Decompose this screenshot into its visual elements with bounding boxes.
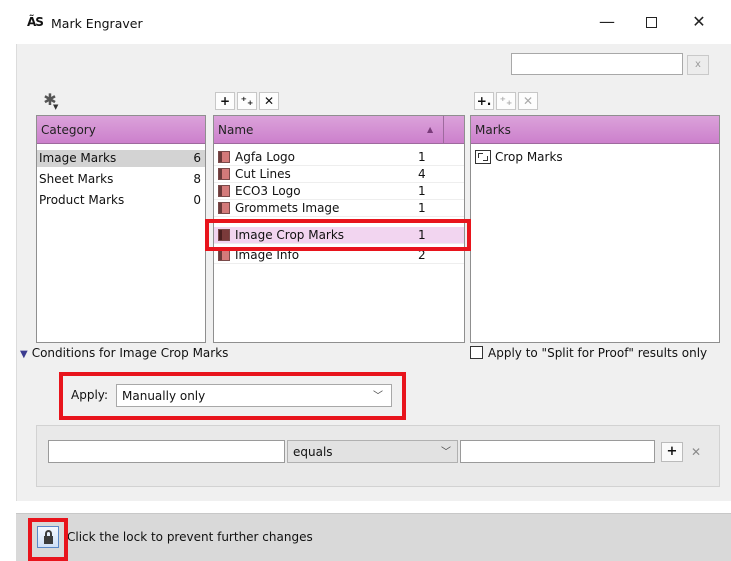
add-multiple-names-button[interactable]: ⁺₊ [237, 92, 257, 110]
close-button[interactable]: ✕ [676, 8, 722, 36]
maximize-button[interactable] [628, 8, 674, 36]
mark-item-icon [218, 168, 230, 180]
name-label: Image Info [235, 248, 300, 262]
category-row-sheet-marks[interactable]: Sheet Marks 8 [37, 171, 205, 188]
remove-rule-button[interactable]: ✕ [686, 442, 706, 462]
title-bar: ÃS Mark Engraver — ✕ [0, 0, 731, 44]
sort-ascending-icon: ▲ [427, 125, 434, 134]
crop-marks-icon [475, 150, 491, 164]
category-row-product-marks[interactable]: Product Marks 0 [37, 192, 205, 209]
lock-button[interactable] [37, 526, 59, 548]
add-rule-button[interactable]: + [661, 442, 683, 462]
rule-operator-value: equals [293, 445, 333, 459]
name-label: Agfa Logo [235, 150, 295, 164]
add-multiple-marks-button[interactable]: ⁺₊ [496, 92, 516, 110]
name-label: ECO3 Logo [235, 184, 301, 198]
remove-name-button[interactable]: ✕ [259, 92, 279, 110]
disclosure-triangle-icon: ▼ [20, 349, 28, 360]
category-gear-menu[interactable]: ✱ ▼ [38, 91, 62, 111]
mark-item-icon [218, 151, 230, 163]
name-list[interactable]: Name ▲ Agfa Logo 1 Cut Lines 4 ECO3 Logo… [213, 115, 465, 343]
category-label: Sheet Marks [39, 172, 114, 186]
apply-label: Apply: [71, 388, 109, 402]
count-column-header[interactable] [444, 116, 464, 144]
add-mark-button[interactable]: +. [474, 92, 494, 110]
name-column-header[interactable]: Name ▲ [214, 116, 444, 144]
category-count: 0 [193, 193, 201, 207]
chevron-down-icon: ﹀ [373, 391, 383, 402]
mark-row-crop-marks[interactable]: Crop Marks [471, 149, 719, 166]
category-count: 8 [193, 172, 201, 186]
rule-operator-dropdown[interactable]: equals ﹀ [287, 440, 458, 463]
search-clear-button[interactable]: x [687, 55, 709, 75]
chevron-down-icon: ﹀ [441, 447, 451, 458]
rule-value-input[interactable] [460, 440, 655, 463]
category-label: Product Marks [39, 193, 125, 207]
name-header-label: Name [218, 123, 254, 137]
conditions-title: Conditions for Image Crop Marks [31, 346, 229, 360]
name-row-eco3-logo[interactable]: ECO3 Logo 1 [214, 183, 464, 200]
rule-field-input[interactable] [48, 440, 285, 463]
mark-item-icon [218, 185, 230, 197]
marks-column-header[interactable]: Marks [471, 116, 719, 144]
split-for-proof-label: Apply to "Split for Proof" results only [488, 346, 708, 360]
name-row-cut-lines[interactable]: Cut Lines 4 [214, 166, 464, 183]
category-count: 6 [193, 151, 201, 165]
name-row-agfa-logo[interactable]: Agfa Logo 1 [214, 149, 464, 166]
name-row-grommets-image[interactable]: Grommets Image 1 [214, 200, 464, 217]
lock-hint-text: Click the lock to prevent further change… [67, 530, 313, 544]
category-column-header[interactable]: Category [37, 116, 205, 144]
name-count: 1 [418, 150, 426, 164]
name-count: 2 [418, 248, 426, 262]
maximize-icon [645, 17, 657, 28]
apply-dropdown[interactable]: Manually only ﹀ [116, 384, 392, 407]
mark-item-icon [218, 229, 230, 241]
search-input[interactable] [511, 53, 683, 75]
app-icon: ÃS [27, 15, 44, 29]
chevron-down-icon: ▼ [53, 103, 59, 111]
name-row-image-crop-marks[interactable]: Image Crop Marks 1 [214, 227, 464, 244]
window-title: Mark Engraver [51, 16, 143, 31]
name-count: 1 [418, 228, 426, 242]
name-count: 1 [418, 184, 426, 198]
name-label: Grommets Image [235, 201, 340, 215]
mark-item-icon [218, 249, 230, 261]
category-list[interactable]: Category Image Marks 6 Sheet Marks 8 Pro… [36, 115, 206, 343]
name-count: 4 [418, 167, 426, 181]
category-row-image-marks[interactable]: Image Marks 6 [37, 150, 205, 167]
mark-label: Crop Marks [495, 150, 563, 164]
name-count: 1 [418, 201, 426, 215]
remove-mark-button[interactable]: ✕ [518, 92, 538, 110]
marks-list[interactable]: Marks Crop Marks [470, 115, 720, 343]
name-label: Cut Lines [235, 167, 291, 181]
minimize-button[interactable]: — [584, 8, 630, 36]
name-label: Image Crop Marks [235, 228, 345, 242]
add-name-button[interactable]: + [215, 92, 235, 110]
apply-selected-value: Manually only [122, 389, 206, 403]
name-row-image-info[interactable]: Image Info 2 [214, 247, 464, 264]
mark-engraver-window: ÃS Mark Engraver — ✕ x ✱ ▼ + ⁺₊ ✕ +. ⁺₊ ✕… [0, 0, 731, 561]
lock-body [44, 536, 53, 544]
mark-item-icon [218, 202, 230, 214]
split-for-proof-checkbox[interactable] [470, 346, 483, 359]
category-label: Image Marks [39, 151, 117, 165]
conditions-disclosure[interactable]: ▼ Conditions for Image Crop Marks [20, 346, 228, 360]
